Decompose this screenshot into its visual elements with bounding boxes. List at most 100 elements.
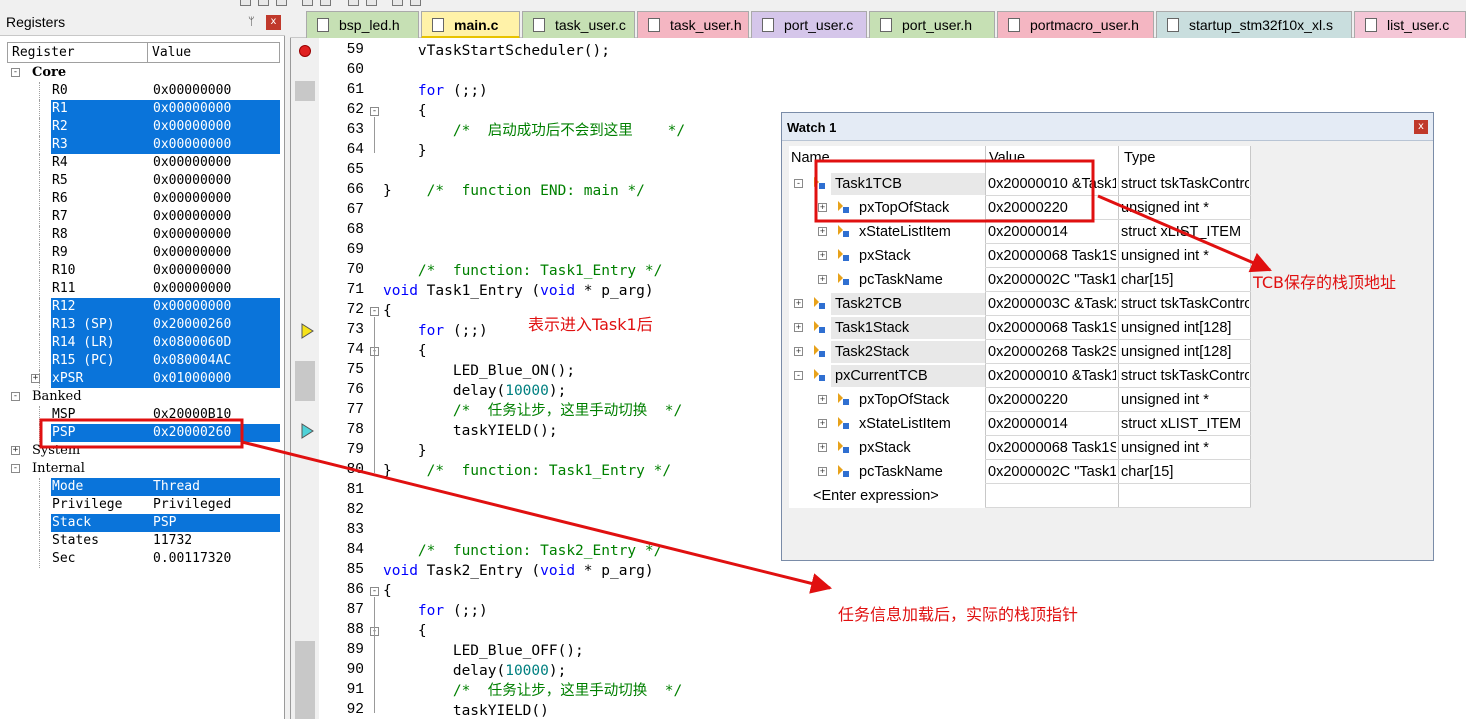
code-line[interactable]: /* function: Task1_Entry */ (383, 261, 662, 281)
code-line[interactable]: } /* function END: main */ (383, 181, 645, 201)
fold-toggle-icon[interactable]: - (370, 307, 379, 316)
collapse-icon[interactable]: - (794, 371, 803, 380)
expand-icon[interactable]: + (818, 203, 827, 212)
collapse-icon[interactable]: - (11, 392, 20, 401)
register-group[interactable]: - Internal (8, 460, 281, 478)
pin-icon[interactable]: ᛘ (248, 15, 255, 28)
tab-main-c[interactable]: main.c (421, 11, 520, 39)
watch-col-type[interactable]: Type (1124, 146, 1155, 170)
register-row[interactable]: Privilege Privileged (8, 496, 281, 514)
watch-value[interactable]: 0x2000002C "Task1" (988, 268, 1116, 292)
code-line[interactable]: void Task1_Entry (void * p_arg) (383, 281, 654, 301)
register-row[interactable]: R15 (PC) 0x080004AC (8, 352, 281, 370)
register-row[interactable]: R5 0x00000000 (8, 172, 281, 190)
code-line[interactable]: delay(10000); (383, 381, 567, 401)
watch-value[interactable]: 0x2000003C &Task2TCB (988, 292, 1116, 316)
register-group[interactable]: + System (8, 442, 281, 460)
gutter-marker[interactable] (295, 641, 315, 661)
code-line[interactable]: LED_Blue_ON(); (383, 361, 575, 381)
code-line[interactable]: { (383, 301, 392, 321)
code-line[interactable]: } (383, 441, 427, 461)
register-row[interactable]: R13 (SP) 0x20000260 (8, 316, 281, 334)
watch-row[interactable]: + Task1Stack 0x20000068 Task1Stack unsigned… (789, 316, 1251, 340)
watch-value[interactable]: 0x20000268 Task2Stack (988, 340, 1116, 364)
collapse-icon[interactable]: - (794, 179, 803, 188)
watch-col-name[interactable]: Name (791, 146, 830, 170)
watch-value[interactable]: 0x20000010 &Task1TCB (988, 172, 1116, 196)
watch-col-value[interactable]: Value (989, 146, 1025, 170)
code-line[interactable]: for (;;) (383, 81, 488, 101)
register-row[interactable]: Mode Thread (8, 478, 281, 496)
tab-startup-stm32f10x-xl-s[interactable]: startup_stm32f10x_xl.s (1156, 11, 1352, 39)
expand-icon[interactable]: + (818, 251, 827, 260)
tab-portmacro-user-h[interactable]: portmacro_user.h (997, 11, 1154, 39)
close-icon[interactable]: x (266, 15, 281, 30)
register-row[interactable]: PSP 0x20000260 (8, 424, 281, 442)
toolbar-icon[interactable] (320, 0, 331, 6)
register-row[interactable]: Stack PSP (8, 514, 281, 532)
code-line[interactable]: { (383, 621, 427, 641)
code-line[interactable]: /* 启动成功后不会到这里 */ (383, 121, 685, 141)
toolbar-icon[interactable] (392, 0, 403, 6)
collapse-icon[interactable]: - (11, 68, 20, 77)
toolbar-icon[interactable] (410, 0, 421, 6)
watch-value[interactable]: 0x20000220 (988, 196, 1116, 220)
watch-row[interactable]: + Task2TCB 0x2000003C &Task2TCB struct tskT… (789, 292, 1251, 316)
watch-value[interactable]: 0x20000014 (988, 412, 1116, 436)
code-line[interactable]: for (;;) (383, 321, 488, 341)
register-row[interactable]: Sec 0.00117320 (8, 550, 281, 568)
watch-row[interactable]: + Task2Stack 0x20000268 Task2Stack unsigned… (789, 340, 1251, 364)
register-row[interactable]: R11 0x00000000 (8, 280, 281, 298)
toolbar-icon[interactable] (348, 0, 359, 6)
code-line[interactable]: taskYIELD() (383, 701, 549, 719)
expand-icon[interactable]: + (818, 467, 827, 476)
watch-row[interactable]: + pxTopOfStack 0x20000220 unsigned int * (789, 388, 1251, 412)
expand-icon[interactable]: + (818, 275, 827, 284)
toolbar-icon[interactable] (366, 0, 377, 6)
collapse-icon[interactable]: - (11, 464, 20, 473)
gutter-marker[interactable] (295, 81, 315, 101)
expand-icon[interactable]: + (794, 323, 803, 332)
register-row[interactable]: R3 0x00000000 (8, 136, 281, 154)
watch-row[interactable]: - pxCurrentTCB 0x20000010 &Task1TCB struct … (789, 364, 1251, 388)
register-row[interactable]: R8 0x00000000 (8, 226, 281, 244)
register-row[interactable]: R10 0x00000000 (8, 262, 281, 280)
watch-value[interactable]: 0x20000068 Task1Stack (988, 316, 1116, 340)
watch-row[interactable]: + xStateListItem 0x20000014 struct xLIST_IT… (789, 412, 1251, 436)
tab-bsp-led-h[interactable]: bsp_led.h (306, 11, 419, 39)
col-value[interactable]: Value (152, 45, 191, 60)
register-row[interactable]: R6 0x00000000 (8, 190, 281, 208)
register-row[interactable]: States 11732 (8, 532, 281, 550)
watch-value[interactable]: 0x20000068 Task1Stack (988, 244, 1116, 268)
watch-row[interactable]: + pcTaskName 0x2000002C "Task1" char[15] (789, 268, 1251, 292)
gutter-marker[interactable] (295, 701, 315, 719)
register-row[interactable]: R2 0x00000000 (8, 118, 281, 136)
tab-port-user-h[interactable]: port_user.h (869, 11, 995, 39)
watch-titlebar[interactable]: Watch 1 x (782, 113, 1433, 141)
register-row[interactable]: R9 0x00000000 (8, 244, 281, 262)
watch-value[interactable]: 0x2000002C "Task1" (988, 460, 1116, 484)
watch-value[interactable]: 0x20000010 &Task1TCB (988, 364, 1116, 388)
watch-row[interactable]: + pxStack 0x20000068 Task1Stack unsigned in… (789, 436, 1251, 460)
code-line[interactable]: for (;;) (383, 601, 488, 621)
code-line[interactable]: delay(10000); (383, 661, 567, 681)
register-row[interactable]: R4 0x00000000 (8, 154, 281, 172)
toolbar-icon[interactable] (240, 0, 251, 6)
watch-enter-expression[interactable]: <Enter expression> (789, 484, 1251, 508)
watch-value[interactable]: 0x20000220 (988, 388, 1116, 412)
expand-icon[interactable]: + (794, 347, 803, 356)
expand-icon[interactable]: + (31, 374, 40, 383)
expand-icon[interactable]: + (818, 419, 827, 428)
expand-icon[interactable]: + (794, 299, 803, 308)
gutter-marker[interactable] (295, 661, 315, 681)
code-line[interactable]: } (383, 141, 427, 161)
tab-list-user-c[interactable]: list_user.c (1354, 11, 1466, 39)
fold-toggle-icon[interactable]: - (370, 587, 379, 596)
expand-icon[interactable]: + (818, 227, 827, 236)
watch-value[interactable]: 0x20000068 Task1Stack (988, 436, 1116, 460)
tab-port-user-c[interactable]: port_user.c (751, 11, 867, 39)
toolbar-icon[interactable] (302, 0, 313, 6)
code-line[interactable]: vTaskStartScheduler(); (383, 41, 610, 61)
code-line[interactable]: taskYIELD(); (383, 421, 558, 441)
col-register[interactable]: Register (12, 45, 75, 60)
